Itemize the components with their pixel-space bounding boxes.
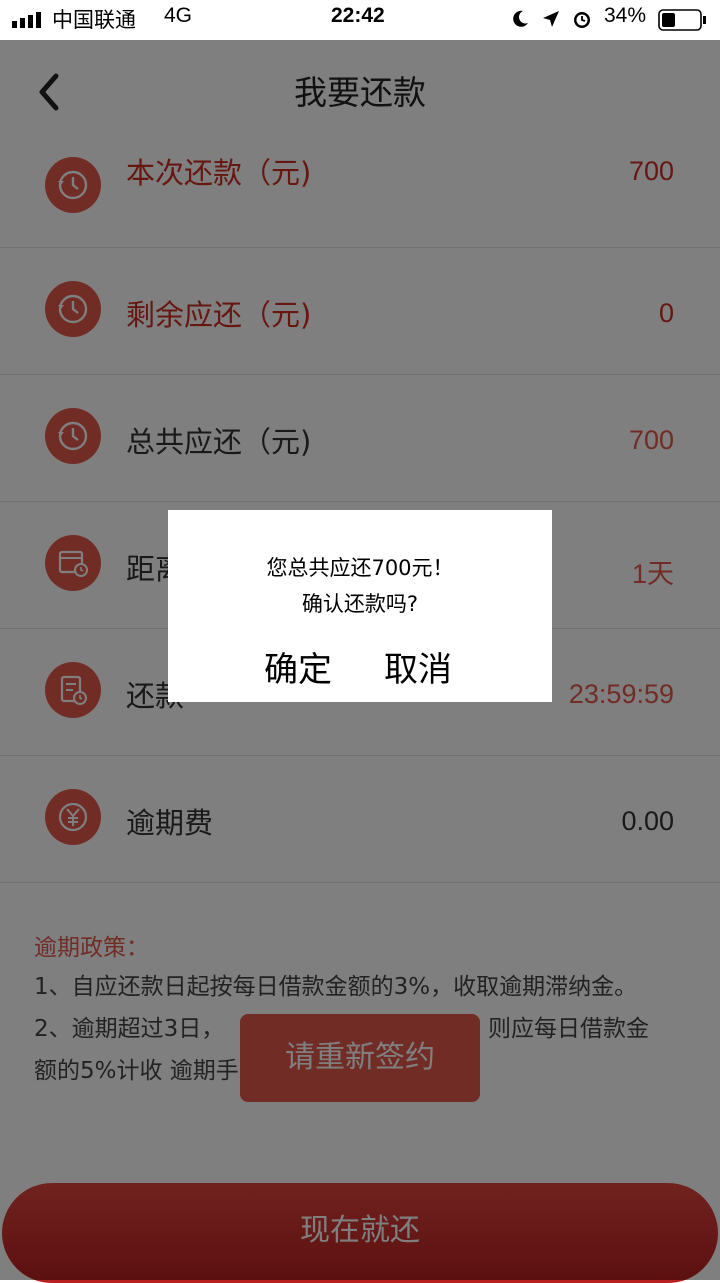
moon-icon — [510, 9, 530, 33]
carrier-label: 中国联通 — [52, 9, 136, 32]
clock: 22:42 — [331, 4, 385, 27]
dialog-message: 您总共应还700元！ — [266, 556, 454, 580]
network-label: 4G — [164, 4, 193, 27]
location-icon — [541, 9, 561, 33]
confirm-button[interactable]: 确定 — [264, 642, 332, 691]
status-bar: 中国联通 4G 22:42 34% — [0, 0, 720, 40]
dialog-question: 确认还款吗? — [301, 592, 419, 616]
confirm-dialog: 您总共应还700元！ 确认还款吗? 确定 取消 — [168, 510, 552, 702]
battery-label: 34% — [604, 4, 647, 27]
battery-icon — [658, 9, 708, 35]
signal-icon — [12, 12, 46, 28]
cancel-button[interactable]: 取消 — [384, 642, 452, 691]
alarm-icon — [571, 8, 593, 34]
